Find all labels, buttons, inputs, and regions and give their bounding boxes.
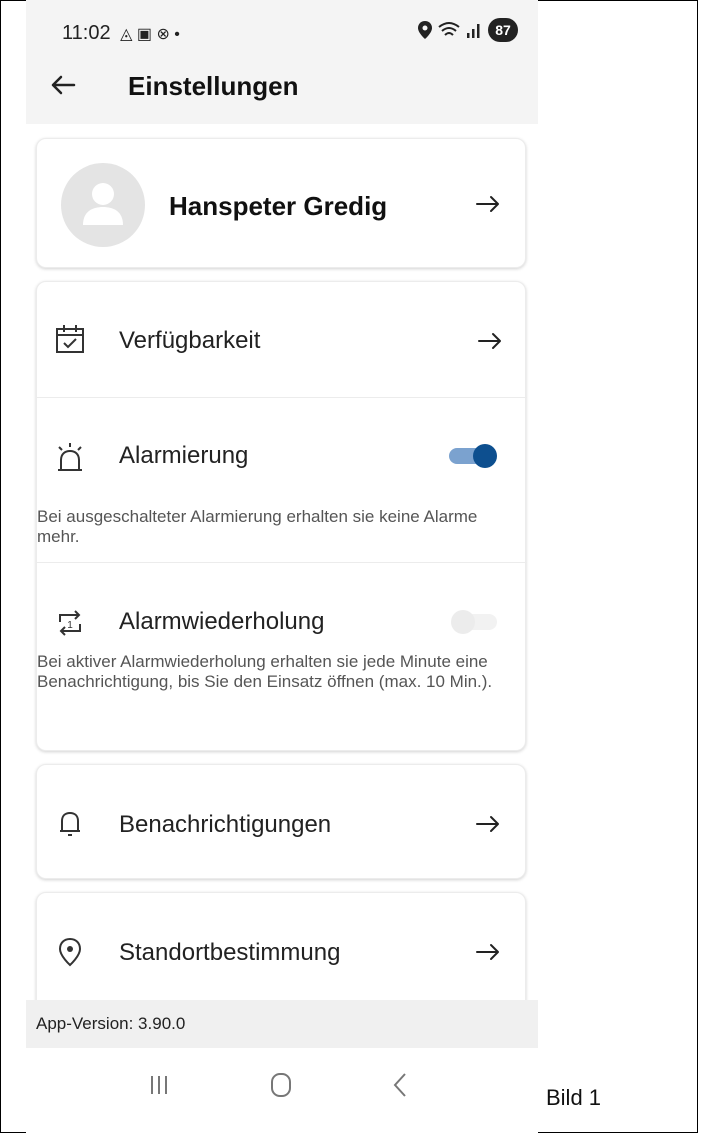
alarming-description: Bei ausgeschalteter Alarmierung erhalten… [37,507,478,546]
bell-icon [60,811,80,836]
figure-caption: Bild 1 [546,1085,602,1110]
status-time: 11:02 [62,22,111,44]
alarming-toggle[interactable] [447,442,499,470]
availability-label: Verfügbarkeit [119,327,261,354]
recent-apps-icon[interactable] [144,1070,174,1100]
wifi-icon [438,22,460,36]
arrow-right-icon [476,196,499,212]
status-icons: 87 [418,18,518,42]
page-title: Einstellungen [128,71,299,101]
arrow-right-icon [476,944,499,960]
user-icon [83,183,123,225]
location-label: Standortbestimmung [119,939,341,966]
signal-icon [467,24,480,38]
back-nav-icon[interactable] [386,1070,416,1100]
svg-text:1: 1 [67,620,73,631]
profile-name: Hanspeter Gredig [169,191,388,221]
arrow-right-icon [478,333,501,349]
calendar-check-icon [56,325,84,353]
avatar [61,163,145,247]
location-pin-icon [58,937,82,967]
availability-row[interactable]: Verfügbarkeit [37,282,527,397]
app-version: App-Version: 3.90.0 [36,1014,186,1033]
notifications-label: Benachrichtigungen [119,811,332,838]
arrow-right-icon [476,816,499,832]
alarming-label: Alarmierung [119,442,249,469]
alarm-siren-icon [58,443,82,471]
settings-card: Verfügbarkeit Alarmierung Bei ausgeschal… [36,281,527,751]
status-notification-icons: ◬ ▣ ⊗ • [120,26,180,43]
profile-card[interactable]: Hanspeter Gredig [36,138,526,268]
status-bar: 11:02 ◬ ▣ ⊗ • [62,22,180,45]
version-bar: App-Version: 3.90.0 [26,1000,538,1048]
alarm-repeat-toggle[interactable] [447,608,499,636]
alarm-repeat-label: Alarmwiederholung [119,608,325,635]
location-status-icon [418,21,432,39]
app-bar: 11:02 ◬ ▣ ⊗ • 87 Einstellungen [26,0,538,124]
notifications-card[interactable]: Benachrichtigungen [36,764,526,879]
alarm-repeat-description: Bei aktiver Alarmwiederholung erhalten s… [37,652,493,691]
repeat-one-icon: 1 [59,610,81,636]
phone-screen: 11:02 ◬ ▣ ⊗ • 87 Einstellungen Hanspeter… [26,0,538,1133]
divider [37,397,527,398]
home-icon[interactable] [266,1070,296,1100]
battery-indicator: 87 [488,18,518,42]
back-arrow-icon[interactable] [48,70,78,100]
divider [37,562,527,563]
system-nav-bar [26,1048,538,1133]
